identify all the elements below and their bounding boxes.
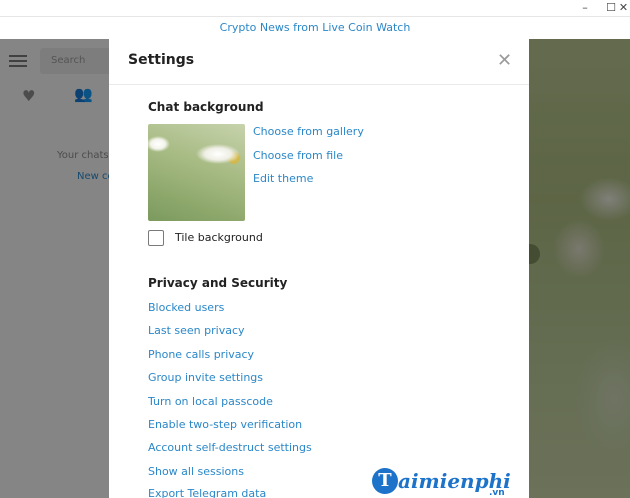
self-destruct-settings-link[interactable]: Account self-destruct settings (148, 441, 312, 454)
window-title-bar: – ☐ ✕ (0, 0, 630, 17)
tile-background-label[interactable]: Tile background (175, 231, 263, 244)
last-seen-privacy-link[interactable]: Last seen privacy (148, 324, 245, 337)
watermark-logo: T aimienphi .vn (372, 468, 512, 498)
watermark-suffix: .vn (489, 488, 505, 498)
local-passcode-link[interactable]: Turn on local passcode (148, 395, 273, 408)
privacy-security-heading: Privacy and Security (148, 276, 288, 290)
close-icon[interactable]: ✕ (497, 51, 512, 71)
export-telegram-data-link[interactable]: Export Telegram data (148, 487, 266, 498)
blocked-users-link[interactable]: Blocked users (148, 301, 224, 314)
close-window-button[interactable]: ✕ (617, 0, 630, 16)
sponsored-banner[interactable]: Crypto News from Live Coin Watch (0, 17, 630, 39)
edit-theme-link[interactable]: Edit theme (253, 172, 313, 185)
phone-calls-privacy-link[interactable]: Phone calls privacy (148, 348, 254, 361)
choose-from-gallery-link[interactable]: Choose from gallery (253, 125, 364, 138)
chat-background-heading: Chat background (148, 100, 264, 114)
settings-title: Settings (128, 52, 195, 68)
show-all-sessions-link[interactable]: Show all sessions (148, 465, 244, 478)
two-step-verification-link[interactable]: Enable two-step verification (148, 418, 302, 431)
watermark-letter: T (372, 468, 398, 494)
group-invite-settings-link[interactable]: Group invite settings (148, 371, 263, 384)
settings-header: Settings ✕ (109, 39, 529, 85)
minimize-button[interactable]: – (575, 0, 595, 16)
choose-from-file-link[interactable]: Choose from file (253, 149, 343, 162)
settings-dialog: Settings ✕ Chat background Choose from g… (109, 39, 529, 498)
background-thumbnail[interactable] (148, 124, 245, 221)
tile-background-checkbox[interactable] (148, 230, 164, 246)
